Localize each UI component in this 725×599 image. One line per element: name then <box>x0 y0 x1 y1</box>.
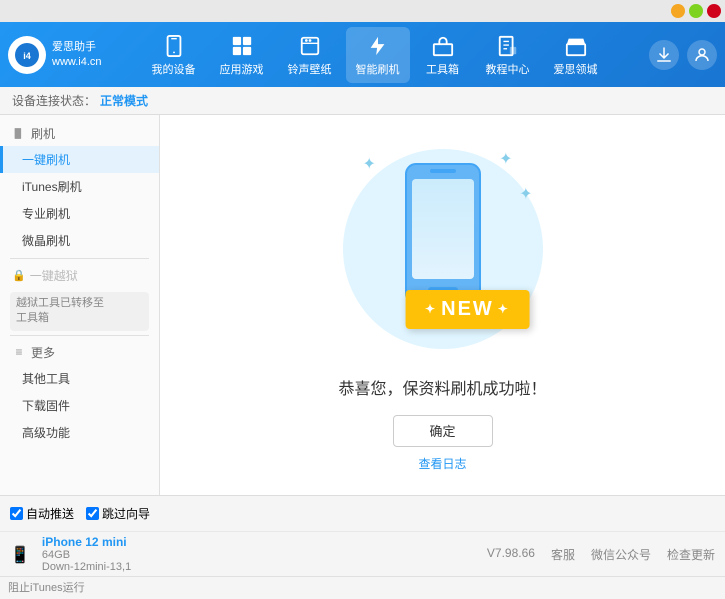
logo-area: i4 爱思助手 www.i4.cn <box>8 36 108 74</box>
confirm-button[interactable]: 确定 <box>393 415 493 447</box>
svg-text:i4: i4 <box>23 51 31 61</box>
sidebar-divider-1 <box>10 258 149 259</box>
sidebar-item-pro-flash[interactable]: 专业刷机 <box>0 200 159 227</box>
sidebar-item-advanced[interactable]: 高级功能 <box>0 419 159 446</box>
success-message: 恭喜您，保资料刷机成功啦！ <box>338 375 546 399</box>
new-badge: NEW <box>405 290 530 329</box>
skip-wizard-input[interactable] <box>86 507 99 520</box>
sidebar-item-one-key-flash[interactable]: 一键刷机 <box>0 146 159 173</box>
nav-item-toolbox[interactable]: 工具箱 <box>414 27 472 83</box>
tutorial-icon <box>495 33 521 59</box>
sparkle-1: ✦ <box>363 154 376 174</box>
skip-wizard-checkbox[interactable]: 跳过向导 <box>86 505 150 522</box>
sidebar-section-jailbreak: 🔒 一键越狱 <box>0 263 159 288</box>
status-label: 设备连接状态： <box>12 92 96 109</box>
daily-log-link[interactable]: 查看日志 <box>418 455 466 472</box>
nav-item-store[interactable]: 爱思领城 <box>544 27 608 83</box>
customer-service-link[interactable]: 客服 <box>551 546 575 563</box>
phone-icon <box>161 33 187 59</box>
sidebar-jailbreak-note: 越狱工具已转移至工具箱 <box>10 292 149 331</box>
nav-item-apps-games[interactable]: 应用游戏 <box>210 27 274 83</box>
success-illustration: ✦ ✦ ✦ <box>333 139 553 359</box>
logo-icon: i4 <box>8 36 46 74</box>
nav-item-my-device[interactable]: 我的设备 <box>142 27 206 83</box>
flash-icon <box>365 33 391 59</box>
device-info-block: 📱 iPhone 12 mini 64GB Down-12mini-13,1 <box>10 535 131 573</box>
sparkle-2: ✦ <box>499 149 512 169</box>
main-layout: 刷机 一键刷机 iTunes刷机 专业刷机 微晶刷机 🔒 一键越狱 越狱工具已转… <box>0 115 725 495</box>
sidebar-item-wipe-flash[interactable]: 微晶刷机 <box>0 227 159 254</box>
nav-right-buttons <box>649 40 717 70</box>
bottom-bottom-row: 📱 iPhone 12 mini 64GB Down-12mini-13,1 V… <box>0 532 725 576</box>
auto-push-input[interactable] <box>10 507 23 520</box>
itunes-label[interactable]: 阻止iTunes运行 <box>8 579 85 595</box>
close-button[interactable] <box>707 4 721 18</box>
sidebar-item-itunes-flash[interactable]: iTunes刷机 <box>0 173 159 200</box>
check-update-link[interactable]: 检查更新 <box>667 546 715 563</box>
nav-item-tutorial[interactable]: 教程中心 <box>476 27 540 83</box>
sidebar-item-other-tools[interactable]: 其他工具 <box>0 365 159 392</box>
sidebar-section-flash: 刷机 <box>0 121 159 146</box>
logo-title: 爱思助手 <box>52 40 102 54</box>
logo-subtitle: www.i4.cn <box>52 55 102 69</box>
bottom-right-links: V7.98.66 客服 微信公众号 检查更新 <box>487 546 715 563</box>
more-section-icon: ≡ <box>12 345 26 359</box>
wechat-public-link[interactable]: 微信公众号 <box>591 546 651 563</box>
maximize-button[interactable] <box>689 4 703 18</box>
header: i4 爱思助手 www.i4.cn 我的设备 应用游戏 铃声壁纸 <box>0 22 725 87</box>
title-bar <box>0 0 725 22</box>
sidebar-item-download-firmware[interactable]: 下载固件 <box>0 392 159 419</box>
device-icon: 📱 <box>10 545 30 565</box>
sparkle-3: ✦ <box>519 184 532 204</box>
version-label: V7.98.66 <box>487 546 535 563</box>
sidebar: 刷机 一键刷机 iTunes刷机 专业刷机 微晶刷机 🔒 一键越狱 越狱工具已转… <box>0 115 160 495</box>
ringtone-icon <box>297 33 323 59</box>
device-name: iPhone 12 mini <box>42 535 131 549</box>
sub-header: 设备连接状态： 正常模式 <box>0 87 725 115</box>
bottom-panel: 自动推送 跳过向导 📱 iPhone 12 mini 64GB Down-12m… <box>0 495 725 599</box>
device-storage: 64GB <box>42 549 131 561</box>
device-system: Down-12mini-13,1 <box>42 561 131 573</box>
flash-section-icon <box>12 127 26 141</box>
apps-icon <box>229 33 255 59</box>
toolbox-icon <box>430 33 456 59</box>
minimize-button[interactable] <box>671 4 685 18</box>
lock-icon: 🔒 <box>12 269 26 282</box>
auto-push-checkbox[interactable]: 自动推送 <box>10 505 74 522</box>
nav-item-smart-flash[interactable]: 智能刷机 <box>346 27 410 83</box>
bottom-top-row: 自动推送 跳过向导 <box>0 496 725 532</box>
nav-item-ringtone[interactable]: 铃声壁纸 <box>278 27 342 83</box>
status-value: 正常模式 <box>100 92 148 109</box>
store-icon <box>563 33 589 59</box>
content-area: ✦ ✦ ✦ <box>160 115 725 495</box>
sidebar-divider-2 <box>10 335 149 336</box>
download-button[interactable] <box>649 40 679 70</box>
user-button[interactable] <box>687 40 717 70</box>
nav-bar: 我的设备 应用游戏 铃声壁纸 智能刷机 工具箱 <box>108 27 641 83</box>
sidebar-section-more: ≡ 更多 <box>0 340 159 365</box>
